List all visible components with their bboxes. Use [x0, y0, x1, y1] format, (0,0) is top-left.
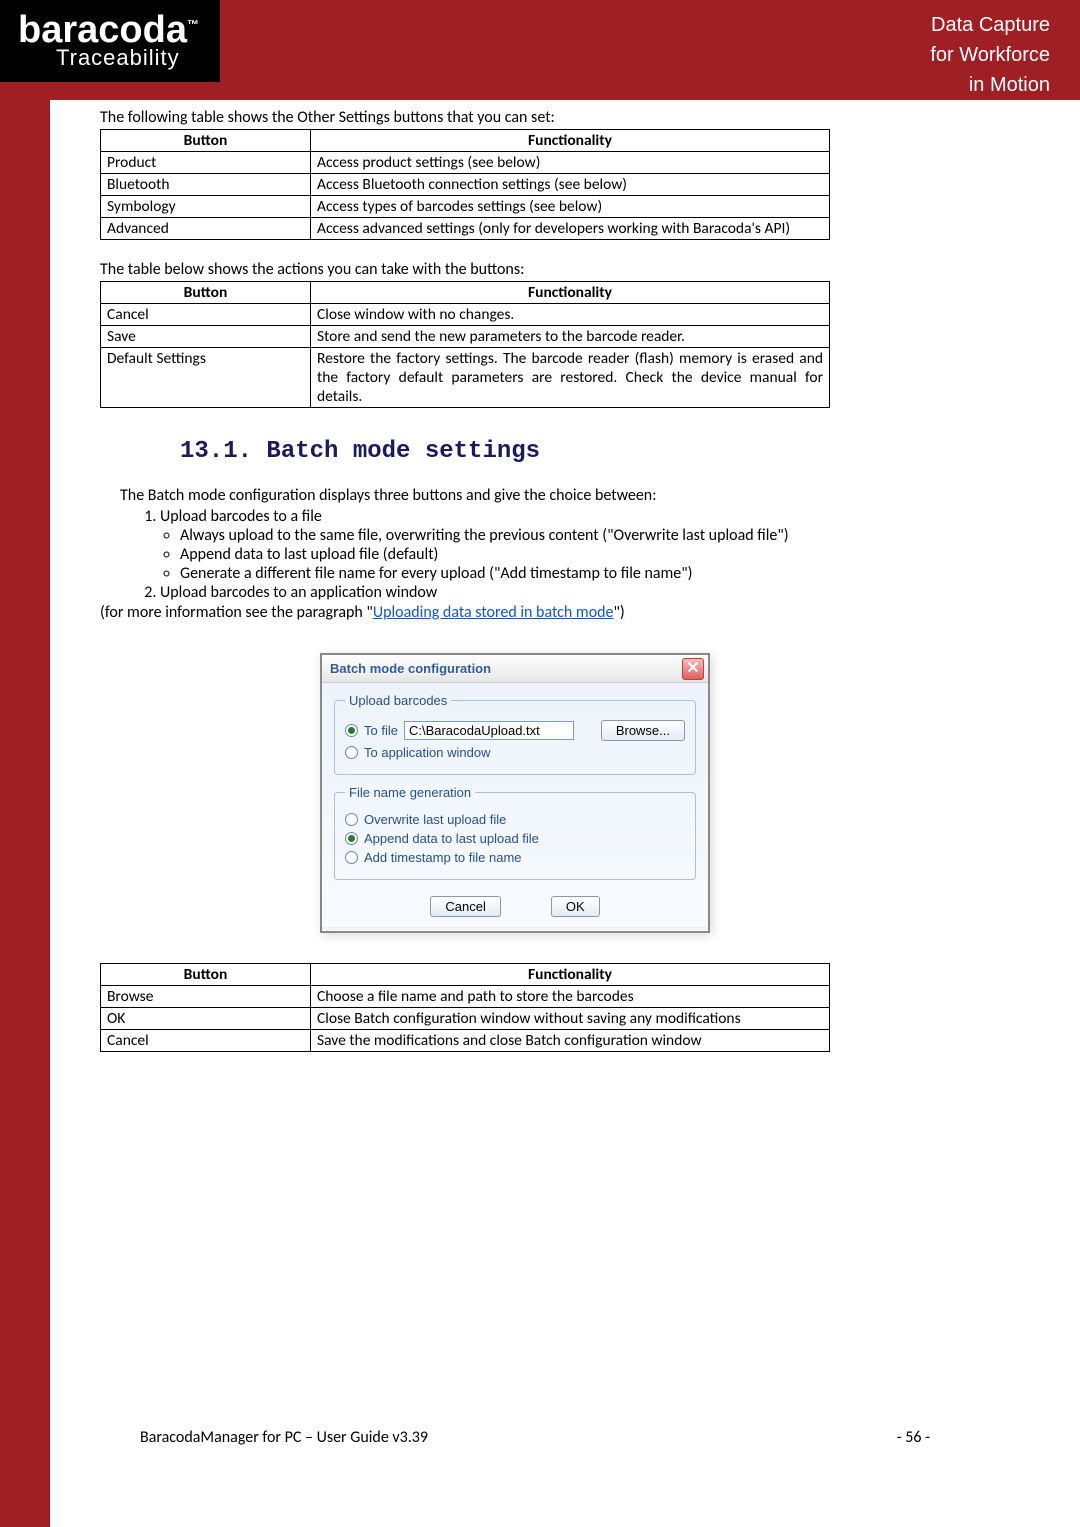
cancel-button[interactable]: Cancel — [430, 896, 500, 917]
table-row: SymbologyAccess types of barcodes settin… — [101, 196, 830, 218]
th-functionality: Functionality — [311, 282, 830, 304]
table-row: AdvancedAccess advanced settings (only f… — [101, 218, 830, 240]
dialog-button-row: Cancel OK — [334, 890, 696, 919]
th-functionality: Functionality — [311, 964, 830, 986]
table-row: SaveStore and send the new parameters to… — [101, 326, 830, 348]
table-row: BluetoothAccess Bluetooth connection set… — [101, 174, 830, 196]
tagline-line: for Workforce — [930, 40, 1050, 70]
table-row: CancelClose window with no changes. — [101, 304, 830, 326]
logo-sub: Traceability — [18, 45, 220, 71]
radio-icon[interactable] — [345, 746, 358, 759]
list-item: Upload barcodes to an application window — [160, 583, 930, 602]
logo: baracoda™ Traceability — [0, 0, 220, 82]
tagline-line: Data Capture — [930, 10, 1050, 40]
tagline: Data Capture for Workforce in Motion — [930, 0, 1080, 100]
page-content: The following table shows the Other Sett… — [100, 108, 930, 1072]
radio-label: Append data to last upload file — [364, 831, 539, 846]
footer-right: - 56 - — [897, 1428, 930, 1447]
upload-barcodes-fieldset: Upload barcodes To file C:\BaracodaUploa… — [334, 693, 696, 775]
table-row: CancelSave the modifications and close B… — [101, 1030, 830, 1052]
list-item: Always upload to the same file, overwrit… — [180, 526, 930, 545]
th-functionality: Functionality — [311, 130, 830, 152]
radio-label: Overwrite last upload file — [364, 812, 506, 827]
numbered-list: Upload barcodes to a file — [160, 507, 930, 526]
logo-main: baracoda™ — [18, 11, 220, 49]
uploading-data-link[interactable]: Uploading data stored in batch mode — [373, 603, 614, 622]
fieldset-legend: Upload barcodes — [345, 693, 451, 708]
tagline-line: in Motion — [930, 70, 1050, 100]
radio-overwrite[interactable]: Overwrite last upload file — [345, 812, 685, 827]
list-item: Upload barcodes to a file — [160, 507, 930, 526]
radio-icon[interactable] — [345, 813, 358, 826]
table-row: BrowseChoose a file name and path to sto… — [101, 986, 830, 1008]
fieldset-legend: File name generation — [345, 785, 475, 800]
numbered-list: Upload barcodes to an application window — [160, 583, 930, 602]
body-intro: The Batch mode configuration displays th… — [120, 485, 930, 507]
radio-to-file[interactable]: To file C:\BaracodaUpload.txt Browse... — [345, 720, 685, 741]
list-item: Append data to last upload file (default… — [180, 545, 930, 564]
close-icon[interactable]: ✕ — [682, 658, 704, 680]
radio-label: To file — [364, 723, 398, 738]
page-header: baracoda™ Traceability Data Capture for … — [0, 0, 1080, 100]
radio-append[interactable]: Append data to last upload file — [345, 831, 685, 846]
radio-label: To application window — [364, 745, 490, 760]
dialog-shadow — [322, 927, 708, 931]
section-heading: 13.1. Batch mode settings — [180, 438, 930, 465]
radio-to-app[interactable]: To application window — [345, 745, 685, 760]
other-settings-table: Button Functionality ProductAccess produ… — [100, 129, 830, 240]
page-footer: BaracodaManager for PC – User Guide v3.3… — [140, 1428, 930, 1447]
radio-icon[interactable] — [345, 851, 358, 864]
radio-label: Add timestamp to file name — [364, 850, 522, 865]
reference-line: (for more information see the paragraph … — [100, 602, 930, 624]
radio-timestamp[interactable]: Add timestamp to file name — [345, 850, 685, 865]
file-name-generation-fieldset: File name generation Overwrite last uplo… — [334, 785, 696, 880]
intro-text-2: The table below shows the actions you ca… — [100, 260, 930, 279]
footer-left: BaracodaManager for PC – User Guide v3.3… — [140, 1428, 428, 1447]
intro-text-1: The following table shows the Other Sett… — [100, 108, 930, 127]
side-bar — [0, 0, 50, 1527]
batch-mode-dialog: Batch mode configuration ✕ Upload barcod… — [320, 653, 710, 933]
th-button: Button — [101, 130, 311, 152]
table-row: OKClose Batch configuration window witho… — [101, 1008, 830, 1030]
dialog-titlebar: Batch mode configuration ✕ — [322, 655, 708, 683]
actions-table: Button Functionality CancelClose window … — [100, 281, 830, 408]
dialog-title: Batch mode configuration — [330, 661, 491, 676]
th-button: Button — [101, 964, 311, 986]
batch-buttons-table: Button Functionality BrowseChoose a file… — [100, 963, 830, 1052]
radio-icon[interactable] — [345, 724, 358, 737]
radio-icon[interactable] — [345, 832, 358, 845]
list-item: Generate a different file name for every… — [180, 564, 930, 583]
th-button: Button — [101, 282, 311, 304]
file-path-input[interactable]: C:\BaracodaUpload.txt — [404, 721, 574, 740]
table-row: ProductAccess product settings (see belo… — [101, 152, 830, 174]
sub-list: Always upload to the same file, overwrit… — [180, 526, 930, 583]
ok-button[interactable]: OK — [551, 896, 600, 917]
dialog-body: Upload barcodes To file C:\BaracodaUploa… — [322, 683, 708, 927]
table-row: Default SettingsRestore the factory sett… — [101, 348, 830, 408]
browse-button[interactable]: Browse... — [601, 720, 685, 741]
